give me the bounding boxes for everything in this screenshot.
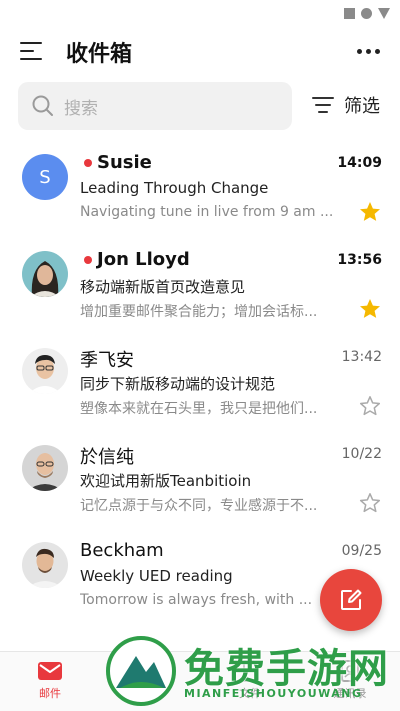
mail-sender: 於信纯 [80,447,134,468]
mail-time: 13:42 [341,349,382,365]
avatar [22,542,68,588]
search-icon [32,95,53,116]
mail-icon [38,662,62,680]
mail-item[interactable]: 於信纯 10/22 欢迎试用新版Teanbitioin 记忆点源于与众不同，专业… [0,437,400,534]
mail-time: 13:56 [337,252,382,268]
nav-mail-label: 邮件 [39,687,61,700]
mail-preview: Tomorrow is always fresh, with ... [80,592,313,608]
mail-sender: Jon Lloyd [97,249,190,270]
nav-contacts[interactable]: 通讯录 [300,652,400,711]
mail-item[interactable]: 季飞安 13:42 同步下新版移动端的设计规范 塑像本来就在石头里，我只是把他们… [0,340,400,437]
mail-subject: Leading Through Change [80,179,269,197]
mail-sender: Beckham [80,540,164,561]
mail-sender: Susie [97,152,152,173]
avatar [22,445,68,491]
star-icon[interactable] [358,200,382,224]
status-bar [0,0,400,24]
mail-item[interactable]: S Susie 14:09 Leading Through Change Nav… [0,146,400,243]
filter-icon [312,97,334,113]
back-icon [378,8,390,19]
mail-time: 14:09 [337,155,382,171]
mail-item[interactable]: Jon Lloyd 13:56 移动端新版首页改造意见 增加重要邮件聚合能力；增… [0,243,400,340]
file-icon [243,660,258,682]
bottom-nav: 邮件 文件 通讯录 [0,651,400,711]
mail-time: 10/22 [341,446,382,462]
mail-subject: 移动端新版首页改造意见 [80,278,246,296]
more-options-icon[interactable] [357,49,380,54]
nav-mail[interactable]: 邮件 [0,652,100,711]
avatar: S [22,154,68,200]
mail-preview: Navigating tune in live from 9 am ... [80,204,332,220]
mail-preview: 增加重要邮件聚合能力；增加会话标... [80,304,318,320]
mail-time: 09/25 [341,543,382,559]
mail-list: S Susie 14:09 Leading Through Change Nav… [0,146,400,631]
recent-apps-icon [344,8,355,19]
star-outline-icon[interactable] [358,491,382,515]
nav-files[interactable]: 文件 [200,652,300,711]
mail-subject: 欢迎试用新版Teanbitioin [80,472,252,490]
filter-label: 筛选 [344,96,380,117]
unread-dot [84,159,92,167]
app-header: 收件箱 [0,30,400,74]
mail-preview: 记忆点源于与众不同，专业感源于不... [80,498,318,514]
home-icon [361,8,372,19]
contacts-icon [341,660,359,682]
filter-button[interactable]: 筛选 [312,92,380,118]
search-placeholder: 搜索 [64,98,98,119]
calendar-icon [139,662,161,681]
system-icons [344,8,390,19]
mail-preview: 塑像本来就在石头里，我只是把他们... [80,401,318,417]
mail-sender: 季飞安 [80,350,134,371]
nav-files-label: 文件 [239,687,261,700]
compose-icon [341,589,362,610]
avatar [22,348,68,394]
page-title: 收件箱 [66,42,133,67]
search-input[interactable]: 搜索 [18,82,292,130]
unread-dot [84,256,92,264]
compose-button[interactable] [320,569,382,631]
star-outline-icon[interactable] [358,394,382,418]
mail-subject: Weekly UED reading [80,567,233,585]
mail-subject: 同步下新版移动端的设计规范 [80,375,276,393]
star-icon[interactable] [358,297,382,321]
avatar [22,251,68,297]
nav-contacts-label: 通讯录 [333,687,367,700]
menu-icon[interactable] [20,42,42,60]
nav-calendar[interactable] [100,652,200,711]
